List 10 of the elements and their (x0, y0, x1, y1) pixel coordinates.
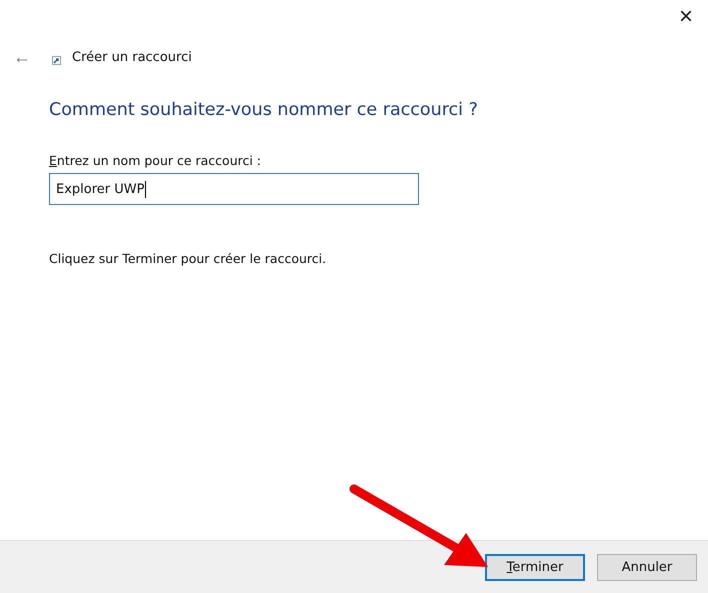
name-input-field[interactable]: Explorer UWP (49, 173, 419, 205)
field-label: Entrez un nom pour ce raccourci : (49, 153, 262, 168)
back-button[interactable]: ← (8, 46, 36, 68)
finish-button[interactable]: Terminer (485, 554, 585, 580)
page-heading: Comment souhaitez-vous nommer ce raccourci ? (49, 100, 479, 120)
close-button[interactable]: × (664, 0, 708, 34)
cancel-button[interactable]: Annuler (597, 554, 697, 580)
wizard-title: Créer un raccourci (72, 50, 192, 64)
instruction-text: Cliquez sur Terminer pour créer le raccourci. (49, 251, 328, 266)
shortcut-icon (52, 56, 61, 64)
